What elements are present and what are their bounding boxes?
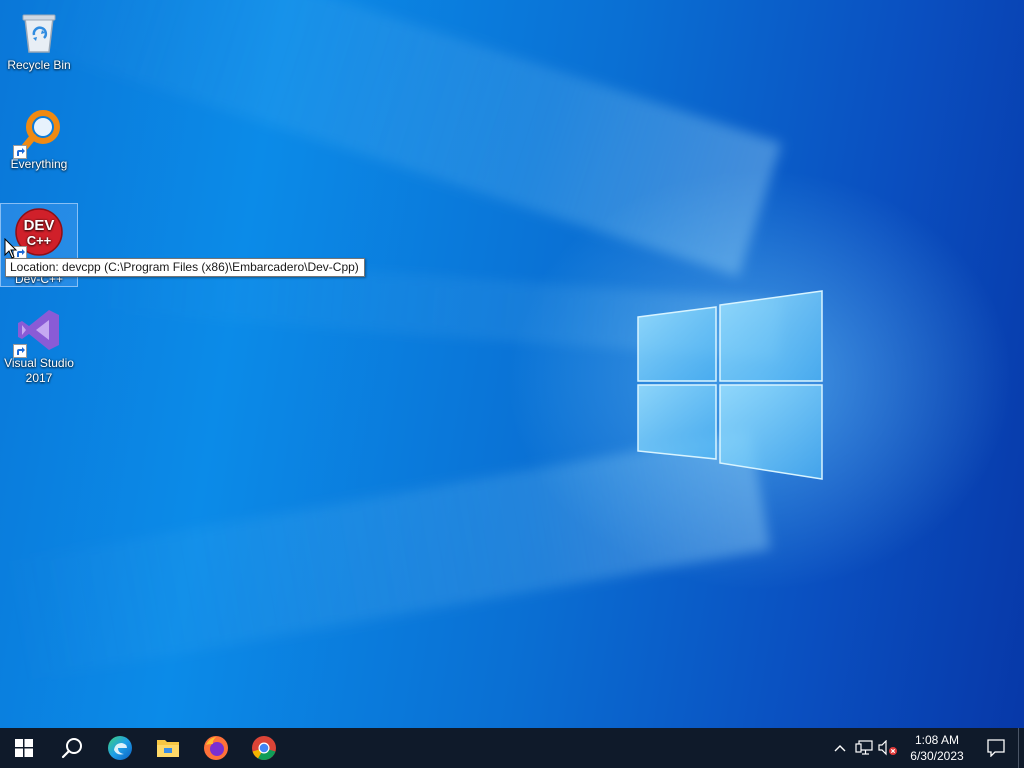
- file-explorer-icon: [157, 740, 179, 757]
- edge-icon: [108, 736, 132, 760]
- action-center-icon: [987, 739, 1005, 757]
- light-beam: [15, 0, 782, 277]
- volume-muted-icon: [878, 740, 897, 756]
- everything-search-icon: [13, 107, 63, 159]
- windows-logo-wallpaper: [637, 290, 823, 480]
- desktop-icon-label: Visual Studio 2017: [4, 356, 74, 385]
- taskbar: 1:08 AM 6/30/2023: [0, 728, 1024, 768]
- desktop-background[interactable]: Recycle Bin Everything DEV C++ Dev-C++ V…: [0, 0, 1024, 728]
- search-icon: [61, 738, 82, 759]
- devcpp-logo-text-top: DEV: [24, 217, 55, 234]
- system-tray: 1:08 AM 6/30/2023: [828, 728, 1024, 768]
- shortcut-arrow-icon: [13, 145, 27, 159]
- recycle-bin-icon: [15, 8, 63, 56]
- show-desktop-button[interactable]: [1018, 728, 1024, 768]
- desktop-icon-everything[interactable]: Everything: [1, 103, 77, 172]
- volume-button[interactable]: [876, 728, 900, 768]
- desktop-icon-visual-studio[interactable]: Visual Studio 2017: [1, 302, 77, 386]
- desktop-icon-label: Recycle Bin: [7, 58, 71, 72]
- network-button[interactable]: [852, 728, 876, 768]
- visual-studio-icon: [13, 306, 63, 358]
- start-button[interactable]: [0, 728, 48, 768]
- chevron-up-icon: [834, 745, 846, 752]
- mouse-cursor-icon: [4, 238, 18, 259]
- taskbar-firefox-button[interactable]: [192, 728, 240, 768]
- shortcut-arrow-icon: [13, 344, 27, 358]
- devcpp-logo-text-bottom: C++: [27, 233, 52, 248]
- action-center-button[interactable]: [974, 728, 1018, 768]
- taskbar-file-explorer-button[interactable]: [144, 728, 192, 768]
- clock-date: 6/30/2023: [910, 749, 964, 763]
- desktop-icon-label: Everything: [10, 157, 68, 171]
- desktop-icon-recycle-bin[interactable]: Recycle Bin: [1, 4, 77, 73]
- network-icon: [855, 740, 873, 755]
- firefox-icon: [204, 736, 228, 760]
- devcpp-icon: DEV C++: [13, 208, 63, 260]
- clock[interactable]: 1:08 AM 6/30/2023: [900, 732, 974, 764]
- location-tooltip: Location: devcpp (C:\Program Files (x86)…: [5, 258, 365, 277]
- taskbar-chrome-button[interactable]: [240, 728, 288, 768]
- show-hidden-icons-button[interactable]: [828, 728, 852, 768]
- windows-start-icon: [15, 739, 33, 757]
- search-button[interactable]: [48, 728, 96, 768]
- taskbar-edge-button[interactable]: [96, 728, 144, 768]
- chrome-icon: [252, 736, 276, 760]
- clock-time: 1:08 AM: [914, 733, 960, 747]
